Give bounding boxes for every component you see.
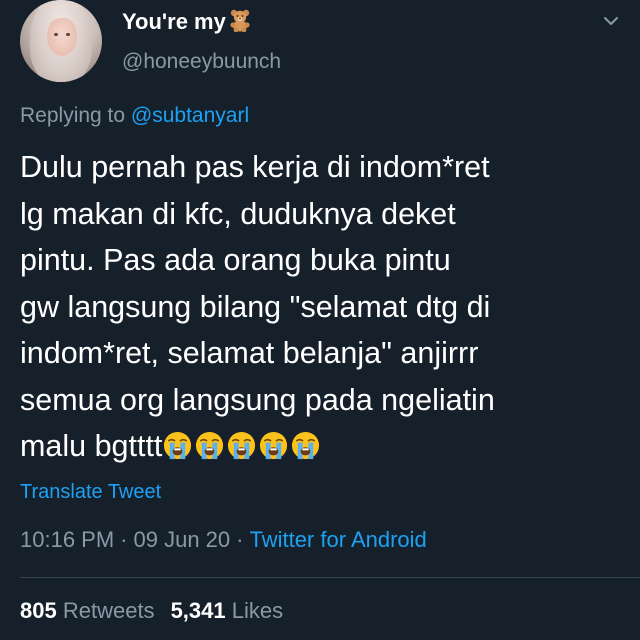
tweet-line: pintu. Pas ada orang buka pintu	[20, 243, 451, 277]
avatar[interactable]	[20, 0, 102, 82]
replying-to: Replying to @subtanyarl	[20, 104, 250, 127]
tweet-source-link[interactable]: Twitter for Android	[249, 527, 426, 552]
loudly-crying-face-icon	[292, 431, 320, 460]
divider	[20, 577, 640, 578]
tweet-meta: 10:16 PM · 09 Jun 20 · Twitter for Android	[20, 525, 427, 555]
user-handle[interactable]: @honeeybuunch	[122, 48, 281, 76]
translate-tweet-link[interactable]: Translate Tweet	[20, 478, 161, 506]
tweet-line: Dulu pernah pas kerja di indom*ret	[20, 150, 490, 184]
loudly-crying-face-icon	[164, 431, 192, 460]
retweets-count: 805	[20, 598, 57, 623]
tweet-time: 10:16 PM	[20, 527, 115, 552]
tweet-date: 09 Jun 20	[133, 527, 231, 552]
likes-label: Likes	[231, 598, 284, 623]
emoji-row	[162, 429, 322, 463]
teddy-bear-icon	[230, 9, 250, 32]
reply-mention-link[interactable]: @subtanyarl	[131, 104, 249, 127]
tweet-line-last: malu bgtttt	[20, 423, 620, 470]
likes-stat[interactable]: 5,341 Likes	[171, 598, 284, 623]
display-name[interactable]: You're my	[122, 8, 252, 36]
tweet-line: lg makan di kfc, duduknya deket	[20, 196, 456, 231]
retweets-stat[interactable]: 805 Retweets	[20, 598, 155, 623]
likes-count: 5,341	[170, 598, 226, 623]
loudly-crying-face-icon	[260, 431, 288, 460]
tweet-text: Dulu pernah pas kerja di indom*ret lg ma…	[20, 144, 620, 470]
tweet-line: indom*ret, selamat belanja" anjirrr	[20, 336, 479, 370]
retweets-label: Retweets	[62, 598, 155, 623]
chevron-down-icon[interactable]	[600, 10, 622, 32]
meta-separator: ·	[236, 527, 244, 552]
tweet-line: gw langsung bilang "selamat dtg di	[20, 289, 491, 324]
loudly-crying-face-icon	[196, 431, 224, 460]
meta-separator: ·	[120, 527, 128, 552]
tweet-detail: You're my @honeeybuunch Replying to @sub…	[0, 0, 640, 640]
loudly-crying-face-icon	[228, 431, 256, 460]
tweet-line: semua org langsung pada ngeliatin	[20, 382, 495, 417]
tweet-stats: 805 Retweets 5,341 Likes	[20, 596, 283, 626]
